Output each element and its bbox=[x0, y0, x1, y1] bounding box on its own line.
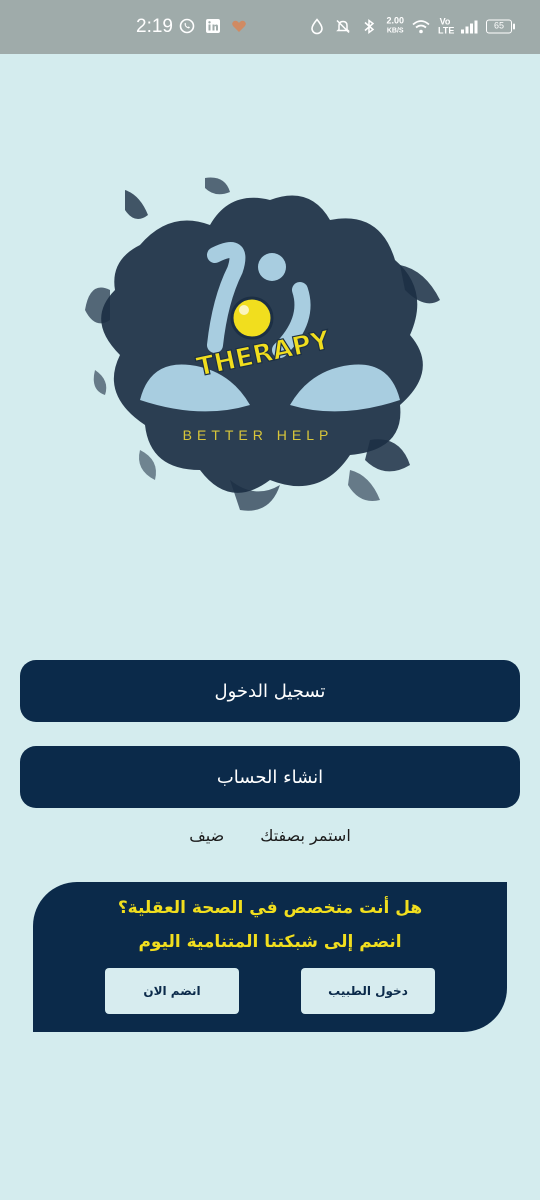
logo-tagline: BETTER HELP bbox=[183, 427, 334, 443]
login-button[interactable]: تسجيل الدخول bbox=[20, 660, 520, 722]
battery-icon: 65 bbox=[486, 19, 515, 33]
doctor-login-button[interactable]: دخول الطبيب bbox=[301, 968, 435, 1014]
guest-link[interactable]: ضيف bbox=[189, 826, 224, 850]
whatsapp-icon bbox=[178, 17, 196, 35]
net-speed: 2.00 KB/S bbox=[386, 15, 404, 36]
wifi-icon bbox=[412, 17, 430, 35]
mute-icon bbox=[334, 17, 352, 35]
specialist-question: هل أنت متخصص في الصحة العقلية؟ bbox=[117, 898, 423, 918]
data-saver-icon bbox=[308, 17, 326, 35]
notification-icons bbox=[178, 17, 248, 35]
guest-row: استمر بصفتك ضيف bbox=[0, 826, 540, 850]
register-button[interactable]: انشاء الحساب bbox=[20, 746, 520, 808]
linkedin-icon bbox=[204, 17, 222, 35]
system-icons: 2.00 KB/S Vo LTE 65 bbox=[308, 15, 515, 36]
heart-icon bbox=[230, 17, 248, 35]
status-time: 2:19 bbox=[136, 16, 173, 37]
continue-as-label: استمر بصفتك bbox=[260, 826, 351, 845]
volte-label: Vo LTE bbox=[438, 16, 455, 35]
signal-icon bbox=[460, 17, 478, 35]
logo-graphic: THERAPY BETTER HELP bbox=[85, 177, 440, 511]
net-speed-value: 2.00 bbox=[386, 15, 404, 26]
app-logo: THERAPY BETTER HELP bbox=[80, 170, 460, 540]
bluetooth-icon bbox=[360, 17, 378, 35]
join-now-button[interactable]: انضم الان bbox=[105, 968, 239, 1014]
status-bar: 2:19 2.00 KB/S Vo LTE 65 bbox=[0, 0, 540, 54]
net-speed-unit: KB/S bbox=[386, 27, 404, 35]
specialist-invite: انضم إلى شبكتنا المتنامية اليوم bbox=[138, 932, 402, 952]
specialist-card: هل أنت متخصص في الصحة العقلية؟ انضم إلى … bbox=[33, 882, 507, 1032]
